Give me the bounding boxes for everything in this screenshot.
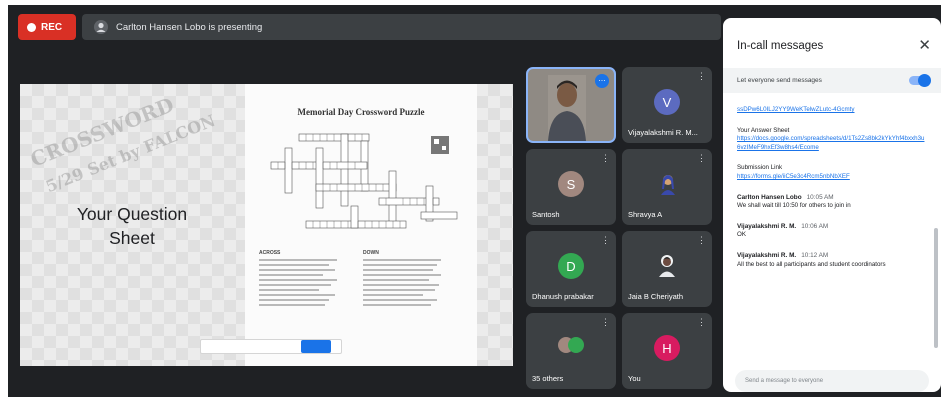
close-icon[interactable]: ✕: [918, 36, 931, 54]
down-heading: DOWN: [363, 250, 379, 256]
participant-photo-icon: [661, 175, 675, 195]
down-clues: DOWN: [363, 250, 443, 309]
participant-tile[interactable]: ⋮ Shravya A: [622, 149, 712, 225]
chat-message: Carlton Hansen Lobo 10:05 AM We shall wai…: [737, 194, 925, 211]
participant-tile[interactable]: ⋮ D Dhanush prabakar: [526, 231, 616, 307]
presenter-avatar-icon: [94, 20, 108, 34]
presenting-text: Carlton Hansen Lobo is presenting: [116, 21, 263, 33]
chat-message: Vijayalakshmi R. M. 10:12 AM All the best…: [737, 252, 925, 269]
mic-off-icon: ⋮: [697, 235, 706, 245]
message-text: We shall wait till 10:50 for others to j…: [737, 202, 851, 210]
question-sheet-line1: Your Question: [76, 204, 188, 224]
presenting-banner: Carlton Hansen Lobo is presenting: [82, 14, 721, 40]
participant-tile[interactable]: ⋮ V Vijayalakshmi R. M...: [622, 67, 712, 143]
rec-label: REC: [41, 21, 63, 33]
more-options-icon[interactable]: ⋯: [595, 74, 609, 88]
shared-screen[interactable]: CROSSWORD 5/29 Set by FALCON Your Questi…: [20, 84, 513, 366]
puzzle-title: Memorial Day Crossword Puzzle: [297, 107, 425, 117]
mic-off-icon: ⋮: [697, 317, 706, 327]
message-time: 10:06 AM: [801, 222, 829, 230]
participant-video: [548, 75, 586, 141]
puzzle-sheet: Memorial Day Crossword Puzzle ACROSS DOW…: [245, 84, 477, 366]
message-link[interactable]: https://forms.gle/iiC5e3c4Rcm5nbNbXEF: [737, 173, 925, 182]
participant-name: Santosh: [532, 210, 560, 219]
others-avatar-icon: [568, 337, 584, 353]
message-sender: Vijayalakshmi R. M.: [737, 222, 797, 230]
participant-name: Shravya A: [628, 210, 663, 219]
participant-name: 35 others: [532, 374, 564, 383]
message-sender: Carlton Hansen Lobo: [737, 193, 802, 201]
participant-name: You: [628, 374, 641, 383]
participant-tile-others[interactable]: ⋮ 35 others: [526, 313, 616, 389]
message-text: All the best to all participants and stu…: [737, 260, 886, 268]
mic-off-icon: ⋮: [697, 71, 706, 81]
across-heading: ACROSS: [259, 250, 281, 256]
avatar: H: [654, 335, 680, 361]
participant-tile-camera[interactable]: ⋯: [526, 67, 616, 143]
message-time: 10:05 AM: [806, 193, 834, 201]
message-input[interactable]: Send a message to everyone: [735, 370, 929, 392]
message-text: Submission Link: [737, 164, 783, 172]
send-messages-toggle[interactable]: [909, 74, 931, 87]
recording-badge: REC: [18, 14, 76, 40]
mic-off-icon: ⋮: [601, 317, 610, 327]
question-sheet-label: Your Question Sheet: [62, 202, 202, 250]
mic-off-icon: ⋮: [601, 235, 610, 245]
send-messages-setting: Let everyone send messages: [723, 68, 941, 93]
participant-photo-icon: [659, 255, 675, 277]
participant-tile[interactable]: ⋮ Jaia B Cheriyath: [622, 231, 712, 307]
avatar: S: [558, 171, 584, 197]
participant-tile-self[interactable]: ⋮ H You: [622, 313, 712, 389]
message-link[interactable]: ssDPw6L0ILJ2YY9WeKTelwZLutc-4Gcmty: [737, 106, 925, 115]
participant-name: Jaia B Cheriyath: [628, 292, 684, 301]
setting-label: Let everyone send messages: [737, 77, 822, 84]
chat-scrollbar[interactable]: [934, 228, 938, 348]
question-sheet-line2: Sheet: [109, 228, 155, 248]
avatar: V: [654, 89, 680, 115]
participant-tile[interactable]: ⋮ S Santosh: [526, 149, 616, 225]
avatar: D: [558, 253, 584, 279]
participant-name: Vijayalakshmi R. M...: [628, 128, 698, 137]
screen-share-button[interactable]: [301, 340, 331, 353]
message-time: 10:12 AM: [801, 251, 829, 259]
message-text: OK: [737, 231, 746, 239]
mic-off-icon: ⋮: [697, 153, 706, 163]
chat-message: Vijayalakshmi R. M. 10:06 AM OK: [737, 223, 925, 240]
across-clues: ACROSS: [259, 250, 339, 309]
meet-window: REC Carlton Hansen Lobo is presenting CR…: [8, 5, 941, 397]
crossword-grid: [270, 133, 458, 229]
mic-off-icon: ⋮: [601, 153, 610, 163]
record-dot-icon: [27, 22, 36, 32]
panel-title: In-call messages: [737, 40, 824, 52]
message-link[interactable]: https://docs.google.com/spreadsheets/d/1…: [737, 135, 925, 152]
message-text: Your Answer Sheet: [737, 126, 790, 134]
message-list: ssDPw6L0ILJ2YY9WeKTelwZLutc-4Gcmty Your …: [737, 106, 925, 281]
in-call-messages-panel: In-call messages ✕ Let everyone send mes…: [723, 18, 941, 392]
message-sender: Vijayalakshmi R. M.: [737, 251, 797, 259]
participant-name: Dhanush prabakar: [532, 292, 594, 301]
